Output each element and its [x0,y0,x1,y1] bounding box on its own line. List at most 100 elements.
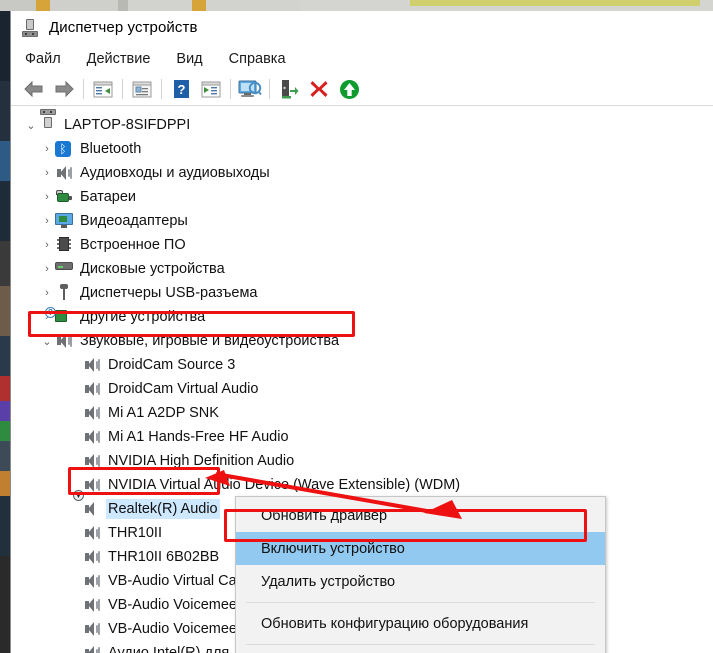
disk-icon [55,260,73,278]
context-menu-item-label: Обновить конфигурацию оборудования [261,615,529,632]
properties-icon[interactable] [127,75,157,103]
device-manager-icon [21,18,39,37]
speaker-icon [55,332,73,350]
chevron-down-icon[interactable]: ⌄ [39,335,55,348]
toolbar-separator [83,79,84,99]
context-menu-separator [246,644,595,645]
tree-category-audio-io[interactable]: › Аудиовходы и аудиовыходы [11,161,713,185]
display-icon [55,212,73,230]
tree-device-mi-a1-hands-free[interactable]: Mi A1 Hands-Free HF Audio [11,425,713,449]
chevron-right-icon[interactable]: › [39,167,55,179]
tree-device-droidcam-virtual-audio[interactable]: DroidCam Virtual Audio [11,377,713,401]
chevron-right-icon[interactable]: › [39,287,55,299]
tree-device-label: DroidCam Source 3 [108,357,236,373]
speaker-icon [83,476,101,494]
tree-category-other-devices[interactable]: › ? Другие устройства [11,305,713,329]
desktop-background-left [0,11,10,653]
speaker-icon [83,380,101,398]
show-hide-tree-icon[interactable] [88,75,118,103]
firmware-icon [55,236,73,254]
speaker-icon [83,356,101,374]
svg-text:?: ? [177,82,185,97]
toolbar-separator [269,79,270,99]
speaker-icon [83,548,101,566]
back-icon[interactable] [19,75,49,103]
tree-category-disk-drives[interactable]: › Дисковые устройства [11,257,713,281]
speaker-icon [83,644,101,653]
tree-device-label: THR10II [108,525,162,541]
tree-category-batteries[interactable]: › Батареи [11,185,713,209]
bluetooth-icon: ᛒ [55,140,73,158]
tree-category-label: Батареи [80,189,137,205]
tree-device-label: VB-Audio Virtual Cable [108,573,257,589]
menu-help[interactable]: Справка [229,48,299,70]
speaker-icon [83,452,101,470]
speaker-icon [83,404,101,422]
update-driver-icon[interactable] [196,75,226,103]
tree-category-usb-connector-managers[interactable]: › Диспетчеры USB-разъема [11,281,713,305]
context-menu-item-enable-device[interactable]: Включить устройство [236,532,605,565]
tree-category-label: Звуковые, игровые и видеоустройства [80,333,340,349]
context-menu-separator [246,602,595,603]
toolbar-separator [122,79,123,99]
enable-device-icon[interactable] [274,75,304,103]
tree-device-label: DroidCam Virtual Audio [108,381,259,397]
computer-icon [39,109,57,134]
tree-category-label: Аудиовходы и аудиовыходы [80,165,270,181]
context-menu-item-scan-hardware-changes[interactable]: Обновить конфигурацию оборудования [236,607,605,640]
tree-device-nvidia-hd-audio[interactable]: NVIDIA High Definition Audio [11,449,713,473]
chevron-right-icon[interactable]: › [39,191,55,203]
tree-category-display-adapters[interactable]: › Видеоадаптеры [11,209,713,233]
scan-hardware-icon[interactable] [235,75,265,103]
chevron-right-icon[interactable]: › [39,263,55,275]
tree-category-label: Диспетчеры USB-разъема [80,285,258,301]
speaker-icon [55,164,73,182]
menu-bar: Файл Действие Вид Справка [11,44,713,73]
chevron-down-icon[interactable]: ⌄ [23,119,39,132]
help-icon[interactable]: ? [166,75,196,103]
window-title: Диспетчер устройств [49,19,198,36]
battery-icon [55,188,73,206]
tree-category-bluetooth[interactable]: › ᛒ Bluetooth [11,137,713,161]
menu-file[interactable]: Файл [25,48,74,70]
tree-device-nvidia-virtual-audio[interactable]: NVIDIA Virtual Audio Device (Wave Extens… [11,473,713,497]
tree-category-label: Другие устройства [80,309,206,325]
tree-device-label: Realtek(R) Audio [106,499,220,519]
tree-device-mi-a1-a2dp-snk[interactable]: Mi A1 A2DP SNK [11,401,713,425]
speaker-icon [83,524,101,542]
chevron-right-icon[interactable]: › [39,143,55,155]
tree-device-label: Mi A1 Hands-Free HF Audio [108,429,289,445]
chevron-right-icon[interactable]: › [39,215,55,227]
menu-view[interactable]: Вид [176,48,215,70]
toolbar-separator [161,79,162,99]
menu-action[interactable]: Действие [87,48,164,70]
speaker-icon [83,596,101,614]
speaker-icon [83,620,101,638]
title-bar: Диспетчер устройств [11,11,713,44]
enable-green-icon[interactable] [334,75,364,103]
tree-device-droidcam-source-3[interactable]: DroidCam Source 3 [11,353,713,377]
context-menu-item-update-driver[interactable]: Обновить драйвер [236,499,605,532]
device-manager-window: Диспетчер устройств Файл Действие Вид Сп… [10,11,713,653]
tree-root-computer[interactable]: ⌄ LAPTOP-8SIFDPPI [11,109,713,137]
chevron-right-icon[interactable]: › [39,239,55,251]
context-menu-item-label: Включить устройство [261,540,405,557]
forward-icon[interactable] [49,75,79,103]
tree-category-label: Встроенное ПО [80,237,186,253]
uninstall-device-icon[interactable] [304,75,334,103]
context-menu-item-uninstall-device[interactable]: Удалить устройство [236,565,605,598]
disabled-badge-icon: ▼ [73,490,84,501]
tree-category-sound-video-game-controllers[interactable]: ⌄ Звуковые, игровые и видеоустройства [11,329,713,353]
tree-category-label: Видеоадаптеры [80,213,188,229]
tree-device-label: NVIDIA Virtual Audio Device (Wave Extens… [108,477,461,493]
tree-device-label: Mi A1 A2DP SNK [108,405,219,421]
tree-category-label: Bluetooth [80,141,142,157]
context-menu-item-label: Удалить устройство [261,573,396,590]
context-menu[interactable]: Обновить драйвер Включить устройство Уда… [235,496,606,653]
context-menu-item-properties[interactable]: Свойства [236,649,605,653]
speaker-icon [83,428,101,446]
desktop-background-top [0,0,713,11]
context-menu-item-label: Обновить драйвер [261,507,388,524]
tree-category-firmware[interactable]: › Встроенное ПО [11,233,713,257]
unknown-device-icon: ? [45,307,73,326]
